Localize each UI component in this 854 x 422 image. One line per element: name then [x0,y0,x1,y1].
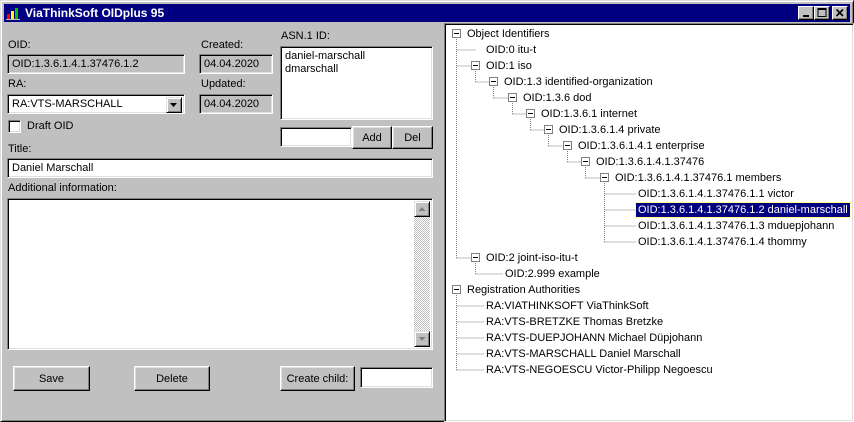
title-label: Title: [8,143,32,155]
tree-node[interactable]: OID:1.3.6.1.4.1 enterprise [576,139,707,153]
tree-node[interactable]: OID:2.999 example [503,267,602,281]
ra-combobox-dropdown-button[interactable] [166,97,182,113]
close-button[interactable] [832,6,848,20]
tree-node[interactable]: OID:1.3.6.1.4.1.37476.1.1 victor [636,187,796,201]
tree-node[interactable]: RA:VIATHINKSOFT ViaThinkSoft [484,299,651,313]
asn1-id-list[interactable]: daniel-marschall dmarschall [280,46,433,120]
main-window: ViaThinkSoft OIDplus 95 OID: OID:1.3.6.1… [0,0,854,422]
window-title: ViaThinkSoft OIDplus 95 [25,6,165,20]
maximize-icon [817,8,827,17]
tree-node-registration-authorities[interactable]: Registration Authorities [465,283,582,297]
asn1-id-item[interactable]: daniel-marschall [285,50,428,63]
oid-tree-view[interactable]: Object Identifiers OID:0 itu-t OID:1 iso… [446,25,852,420]
scroll-down-button[interactable] [414,331,430,347]
create-child-input[interactable] [360,367,433,388]
chevron-down-icon [170,103,177,107]
close-icon [835,8,844,17]
additional-info-textarea[interactable] [7,198,433,350]
collapse-toggle[interactable] [489,77,498,86]
asn1-label: ASN.1 ID: [281,30,330,42]
tree-node[interactable]: RA:VTS-NEGOESCU Victor-Philipp Negoescu [484,363,715,377]
tree-node[interactable]: OID:1.3.6 dod [521,91,594,105]
created-field: 04.04.2020 [199,54,273,74]
add-asn1-button[interactable]: Add [352,126,392,149]
tree-node[interactable]: OID:2 joint-iso-itu-t [484,251,580,265]
scroll-up-button[interactable] [414,201,430,217]
arrow-up-icon [418,207,426,211]
tree-node[interactable]: OID:1.3.6.1.4.1.37476.1.4 thommy [636,235,809,249]
title-input[interactable]: Daniel Marschall [7,158,433,178]
delete-asn1-button[interactable]: Del [392,126,433,149]
collapse-toggle[interactable] [452,29,461,38]
tree-node[interactable]: OID:1 iso [484,59,534,73]
asn1-id-item[interactable]: dmarschall [285,63,428,76]
collapse-toggle[interactable] [581,157,590,166]
ra-combobox[interactable]: RA:VTS-MARSCHALL [7,94,185,114]
create-child-button[interactable]: Create child: [280,366,355,391]
minimize-button[interactable] [798,6,814,20]
additional-info-label: Additional information: [8,182,117,194]
tree-node[interactable]: OID:1.3 identified-organization [502,75,655,89]
collapse-toggle[interactable] [563,141,572,150]
title-bar[interactable]: ViaThinkSoft OIDplus 95 [4,4,850,22]
oid-label: OID: [8,39,31,51]
tree-node[interactable]: RA:VTS-DUEPJOHANN Michael Düpjohann [484,331,704,345]
tree-node[interactable]: RA:VTS-MARSCHALL Daniel Marschall [484,347,683,361]
draft-oid-label: Draft OID [27,120,74,132]
minimize-icon [803,15,809,17]
collapse-toggle[interactable] [452,285,461,294]
ra-combobox-value: RA:VTS-MARSCHALL [12,98,123,110]
collapse-toggle[interactable] [471,61,480,70]
collapse-toggle[interactable] [544,125,553,134]
tree-node-selected[interactable]: OID:1.3.6.1.4.1.37476.1.2 daniel-marscha… [635,202,851,218]
tree-node[interactable]: OID:1.3.6.1 internet [539,107,639,121]
tree-node[interactable]: RA:VTS-BRETZKE Thomas Bretzke [484,315,665,329]
arrow-down-icon [418,337,426,341]
draft-oid-checkbox[interactable] [8,120,21,133]
collapse-toggle[interactable] [471,253,480,262]
collapse-toggle[interactable] [508,93,517,102]
save-button[interactable]: Save [13,366,90,391]
updated-field: 04.04.2020 [199,94,273,114]
delete-button[interactable]: Delete [134,366,210,391]
app-icon [6,8,20,20]
oid-field: OID:1.3.6.1.4.1.37476.1.2 [7,54,185,74]
info-scrollbar[interactable] [414,201,430,347]
maximize-button[interactable] [814,6,830,20]
updated-label: Updated: [201,78,246,90]
tree-node-object-identifiers[interactable]: Object Identifiers [465,27,552,41]
ra-label: RA: [8,78,27,90]
tree-node[interactable]: OID:1.3.6.1.4.1.37476 [594,155,706,169]
tree-node[interactable]: OID:1.3.6.1.4.1.37476.1.3 mduepjohann [636,219,836,233]
tree-node[interactable]: OID:1.3.6.1.4 private [557,123,663,137]
created-label: Created: [201,39,244,51]
tree-node[interactable]: OID:0 itu-t [484,43,538,57]
collapse-toggle[interactable] [526,109,535,118]
asn1-id-input[interactable] [280,127,352,147]
collapse-toggle[interactable] [600,173,609,182]
tree-node[interactable]: OID:1.3.6.1.4.1.37476.1 members [613,171,783,185]
